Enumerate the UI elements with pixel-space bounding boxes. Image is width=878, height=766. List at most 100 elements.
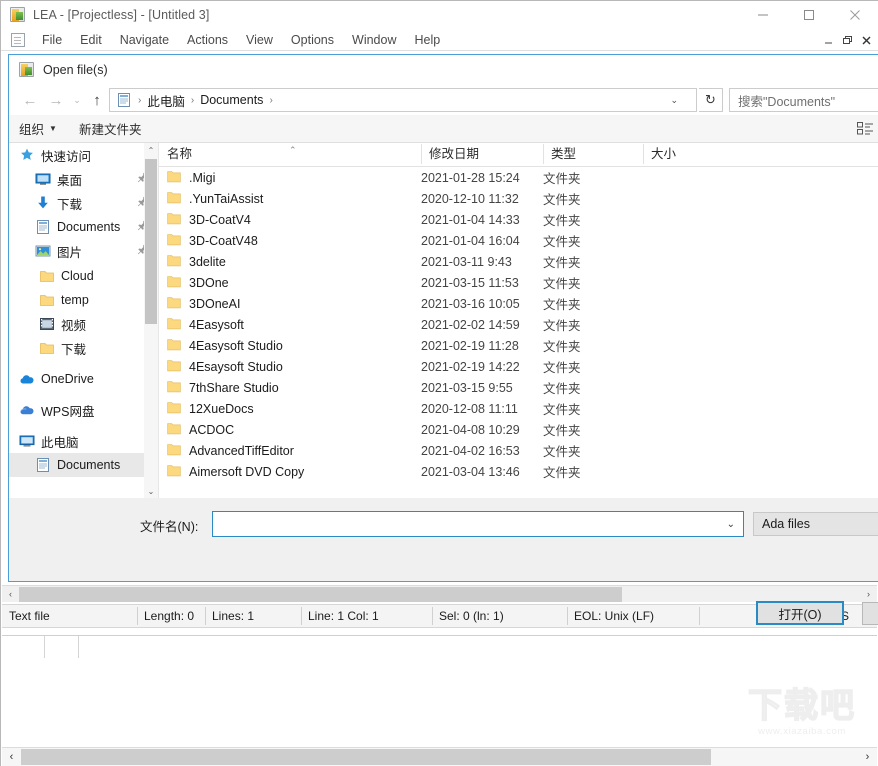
filename-input[interactable]: ⌄ [212,511,744,537]
editor-horizontal-scrollbar[interactable]: ‹ › [2,585,877,602]
table-row[interactable]: 3DOne 2021-03-15 11:53 文件夹 [159,272,878,293]
this-pc-icon [19,433,35,449]
file-name-cell: 3DOneAI [159,296,421,312]
close-button[interactable] [832,1,878,29]
nav-item[interactable]: 视频 [9,312,158,336]
table-row[interactable]: Aimersoft DVD Copy 2021-03-04 13:46 文件夹 [159,461,878,482]
table-row[interactable]: 3delite 2021-03-11 9:43 文件夹 [159,251,878,272]
back-icon[interactable]: ← [17,88,43,112]
breadcrumb-this-pc[interactable]: 此电脑 [144,91,188,110]
file-list-pane: 名称 修改日期 类型 大小 ⌃ .Migi 2021-01-28 15:24 文件夹… [159,143,878,498]
pictures-icon [35,243,51,259]
file-name-text: 7thShare Studio [189,380,279,395]
nav-item[interactable]: OneDrive [9,367,158,391]
scroll-left-arrow[interactable]: ‹ [2,586,19,603]
nav-item[interactable]: Cloud [9,264,158,288]
column-header-size[interactable]: 大小 [643,144,723,166]
table-row[interactable]: AdvancedTiffEditor 2021-04-02 16:53 文件夹 [159,440,878,461]
table-row[interactable]: 3D-CoatV48 2021-01-04 16:04 文件夹 [159,230,878,251]
refresh-icon[interactable]: ↻ [699,88,723,112]
chevron-down-icon[interactable]: ⌄ [670,95,678,106]
maximize-button[interactable] [786,1,832,29]
navigation-pane: 快速访问 桌面 下载 Documents 图片 Cloud temp 视频 下载 OneDrive… [9,143,159,498]
table-row[interactable]: 4Easysoft 2021-02-02 14:59 文件夹 [159,314,878,335]
menu-file[interactable]: File [33,29,71,51]
scroll-right-arrow[interactable]: › [858,748,877,766]
table-row[interactable]: 12XueDocs 2020-12-08 11:11 文件夹 [159,398,878,419]
table-row[interactable]: 4Easysoft Studio 2021-02-19 11:28 文件夹 [159,335,878,356]
file-date-cell: 2021-01-28 15:24 [421,170,520,185]
nav-item-label: 此电脑 [41,435,79,450]
menu-edit[interactable]: Edit [71,29,111,51]
mdi-minimize-button[interactable] [819,31,838,49]
folder-icon [167,338,181,354]
nav-item[interactable]: 桌面 [9,167,158,191]
mdi-restore-button[interactable] [838,31,857,49]
column-header-type[interactable]: 类型 [543,144,643,166]
nav-item[interactable]: 下载 [9,191,158,215]
nav-item[interactable]: WPS网盘 [9,398,158,422]
menu-view[interactable]: View [237,29,282,51]
menu-help[interactable]: Help [405,29,449,51]
file-name-text: AdvancedTiffEditor [189,443,294,458]
mdi-close-button[interactable] [857,31,876,49]
table-row[interactable]: 7thShare Studio 2021-03-15 9:55 文件夹 [159,377,878,398]
menu-options[interactable]: Options [282,29,343,51]
nav-item[interactable]: Documents [9,453,158,477]
search-input[interactable]: 搜索"Documents" [729,88,878,112]
scrollbar-thumb[interactable] [19,586,622,602]
address-bar[interactable]: › 此电脑 › Documents › ⌄ [109,88,697,112]
table-row[interactable]: .Migi 2021-01-28 15:24 文件夹 [159,167,878,188]
nav-item[interactable]: 快速访问 [9,143,158,167]
desktop-icon [35,171,51,187]
menu-navigate[interactable]: Navigate [111,29,178,51]
table-row[interactable]: 3D-CoatV4 2021-01-04 14:33 文件夹 [159,209,878,230]
menu-actions[interactable]: Actions [178,29,237,51]
navigation-scrollbar[interactable]: ⌃ ⌄ [144,143,158,498]
chevron-down-icon[interactable]: ⌄ [727,519,735,530]
folder-icon [167,317,181,333]
view-layout-icon[interactable] [857,121,874,136]
scroll-up-arrow[interactable]: ⌃ [144,143,158,157]
nav-item[interactable]: Documents [9,215,158,239]
file-date-cell: 2021-02-19 11:28 [421,338,519,353]
new-folder-button[interactable]: 新建文件夹 [79,119,142,138]
scroll-down-arrow[interactable]: ⌄ [144,484,158,498]
table-row[interactable]: ACDOC 2021-04-08 10:29 文件夹 [159,419,878,440]
scrollbar-thumb[interactable] [21,749,711,765]
file-name-cell: .Migi [159,170,421,186]
table-row[interactable]: .YunTaiAssist 2020-12-10 11:32 文件夹 [159,188,878,209]
nav-item[interactable]: 图片 [9,239,158,263]
file-date-cell: 2021-04-02 16:53 [421,443,520,458]
breadcrumb-separator: › [269,94,273,106]
file-type-cell: 文件夹 [543,193,581,207]
file-name-text: 4Esaysoft Studio [189,359,283,374]
text-editor-canvas[interactable] [2,635,877,760]
table-row[interactable]: 4Esaysoft Studio 2021-02-19 14:22 文件夹 [159,356,878,377]
recent-locations-icon[interactable]: ⌄ [69,88,85,112]
forward-icon[interactable]: → [43,88,69,112]
table-row[interactable]: 3DOneAI 2021-03-16 10:05 文件夹 [159,293,878,314]
up-icon[interactable]: ↑ [85,88,109,112]
nav-item[interactable]: 下载 [9,336,158,360]
open-button[interactable]: 打开(O) [756,601,844,625]
nav-item-label: 下载 [57,197,83,212]
nav-item[interactable]: 此电脑 [9,429,158,453]
scroll-right-arrow[interactable]: › [860,586,877,603]
app-horizontal-scrollbar[interactable]: ‹ › [2,747,877,766]
mdi-child-controls [819,29,876,51]
scroll-left-arrow[interactable]: ‹ [2,748,21,766]
file-type-cell: 文件夹 [543,172,581,186]
organize-button[interactable]: 组织 ▼ [19,119,57,138]
status-eol: EOL: Unix (LF) [567,604,699,628]
filetype-combo[interactable]: Ada files [753,512,878,536]
lea-app-icon [19,62,35,78]
minimize-button[interactable] [740,1,786,29]
scrollbar-thumb[interactable] [145,159,157,324]
cancel-button[interactable] [862,602,878,625]
breadcrumb-documents[interactable]: Documents [197,93,266,107]
folder-icon [167,212,181,228]
nav-item[interactable]: temp [9,288,158,312]
column-header-date[interactable]: 修改日期 [421,144,543,166]
menu-window[interactable]: Window [343,29,405,51]
